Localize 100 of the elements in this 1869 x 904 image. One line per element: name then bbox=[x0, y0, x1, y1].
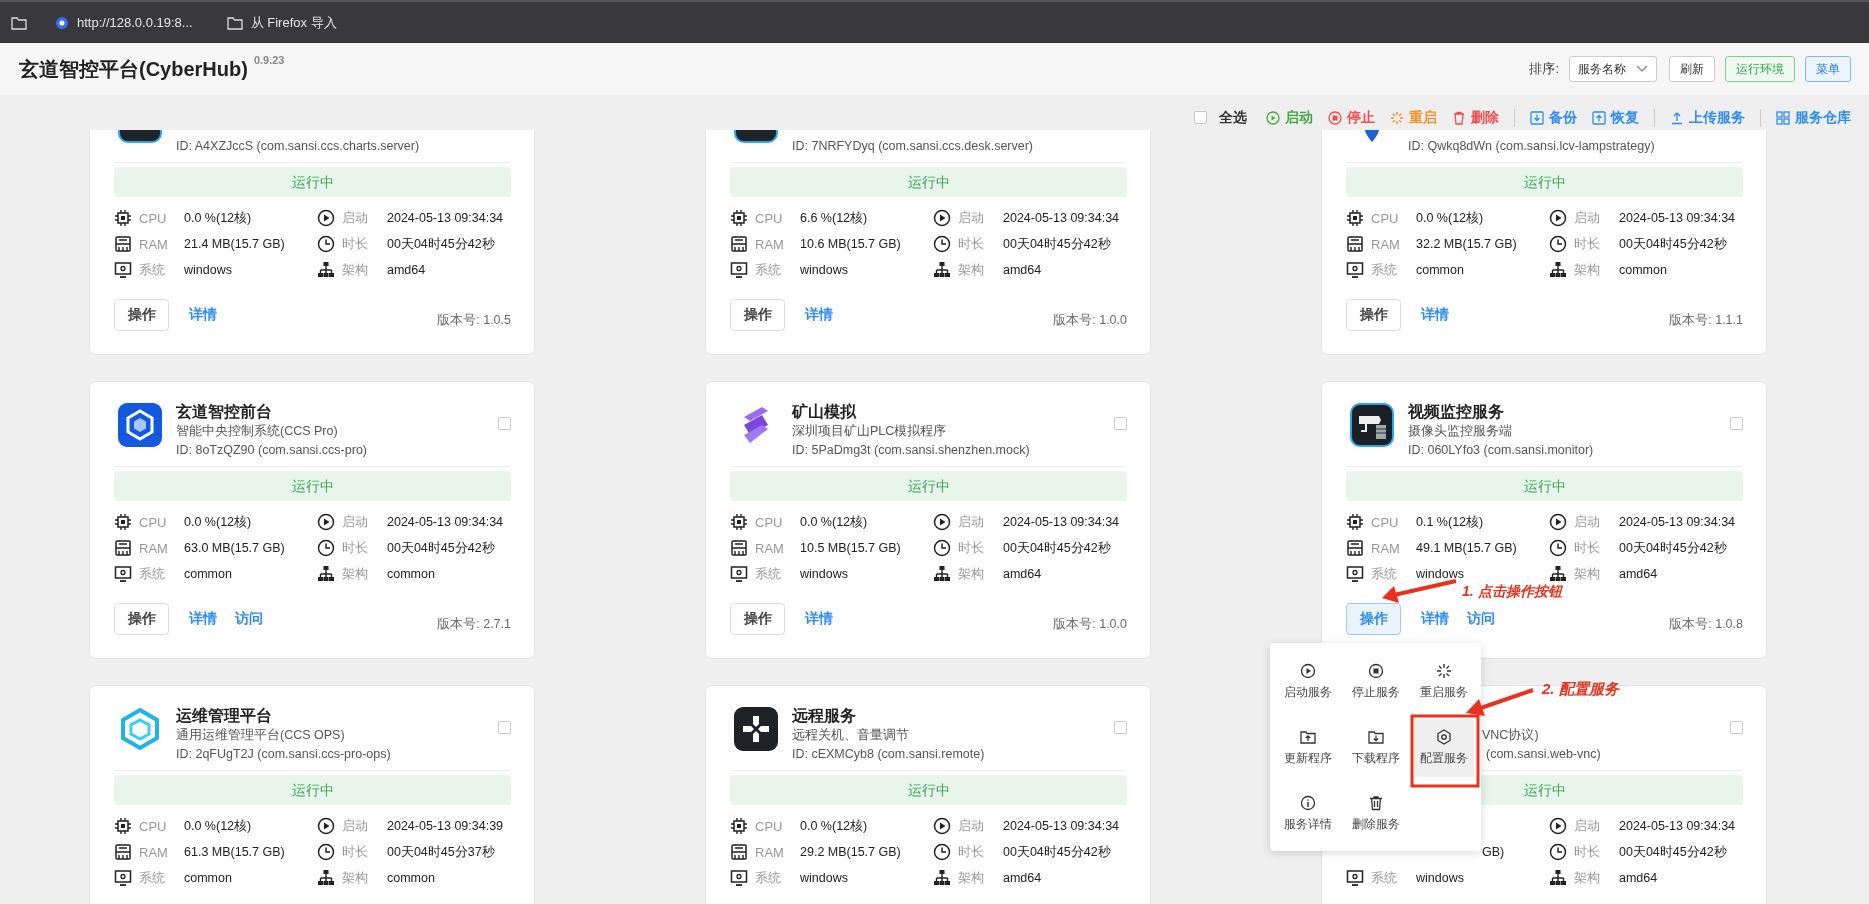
menu-item[interactable]: 更新程序 bbox=[1278, 719, 1338, 777]
select-all-checkbox[interactable] bbox=[1194, 111, 1207, 124]
version-number: 版本号: 1.1.1 bbox=[1669, 312, 1743, 329]
play-circle-icon bbox=[933, 513, 951, 531]
card-checkbox[interactable] bbox=[498, 721, 511, 734]
stat-value: amd64 bbox=[387, 263, 426, 277]
sort-select[interactable]: 服务名称 bbox=[1569, 56, 1657, 82]
hierarchy-icon bbox=[317, 869, 335, 887]
version-number: 版本号: 1.0.0 bbox=[1053, 616, 1127, 633]
stat-label: 时长 bbox=[958, 235, 985, 253]
toolbar-button[interactable]: 停止 bbox=[1328, 108, 1375, 127]
toolbar-button[interactable]: 服务仓库 bbox=[1760, 108, 1851, 127]
stat-label: 系统 bbox=[1371, 261, 1398, 279]
version-number: 版本号: 1.0.0 bbox=[1053, 312, 1127, 329]
hierarchy-icon bbox=[1549, 565, 1567, 583]
stat-label: CPU bbox=[1371, 210, 1400, 226]
card-link[interactable]: 详情 bbox=[805, 306, 833, 324]
stat-value: 2024-05-13 09:34:34 bbox=[1619, 211, 1736, 225]
hierarchy-icon bbox=[933, 565, 951, 583]
service-id: ID: cEXMCyb8 (com.sansi.remote) bbox=[792, 746, 985, 763]
toolbar-button[interactable]: 启动 bbox=[1266, 108, 1313, 127]
stat-label: 启动 bbox=[958, 209, 985, 227]
service-name: 视频监控服务 bbox=[1408, 402, 1504, 422]
operations-button[interactable]: 操作 bbox=[114, 299, 169, 331]
card-link[interactable]: 访问 bbox=[235, 610, 263, 628]
menu-item[interactable]: 重启服务 bbox=[1414, 653, 1474, 711]
card-link[interactable]: 详情 bbox=[1421, 610, 1449, 628]
stat-label: RAM bbox=[139, 540, 169, 556]
toolbar-button[interactable]: 恢复 bbox=[1592, 108, 1639, 127]
service-id: ID: 7NRFYDyq (com.sansi.ccs.desk.server) bbox=[792, 138, 1034, 155]
environment-button[interactable]: 运行环境 bbox=[1725, 56, 1795, 82]
card-link[interactable]: 详情 bbox=[805, 610, 833, 628]
app-title: 玄道智控平台(CyberHub) bbox=[19, 56, 248, 82]
gamepad-app-icon bbox=[734, 707, 778, 751]
stat-label: 时长 bbox=[958, 843, 985, 861]
card-checkbox[interactable] bbox=[1730, 417, 1743, 430]
version-label: 0.9.23 bbox=[253, 53, 285, 66]
menu-item[interactable]: 下载程序 bbox=[1346, 719, 1406, 777]
version-number: 版本号: 1.0.5 bbox=[437, 312, 511, 329]
caret-icon bbox=[1636, 65, 1648, 73]
menu-item[interactable]: 停止服务 bbox=[1346, 653, 1406, 711]
menu-item[interactable]: 服务详情 bbox=[1278, 785, 1338, 843]
play-circle-icon bbox=[1549, 817, 1567, 835]
bookmark[interactable]: http://128.0.0.19:8... bbox=[49, 13, 199, 32]
stat-label: 启动 bbox=[1574, 817, 1601, 835]
menu-item[interactable]: 配置服务 bbox=[1414, 719, 1474, 777]
operations-button[interactable]: 操作 bbox=[730, 299, 785, 331]
stat-label: CPU bbox=[1371, 514, 1400, 530]
status-bar: 运行中 bbox=[114, 167, 511, 197]
stat-label: 时长 bbox=[1574, 235, 1601, 253]
chip-icon bbox=[730, 817, 748, 835]
service-name: 矿山模拟 bbox=[792, 402, 856, 422]
card-checkbox[interactable] bbox=[498, 417, 511, 430]
card-link[interactable]: 详情 bbox=[1421, 306, 1449, 324]
card-link[interactable]: 访问 bbox=[1467, 610, 1495, 628]
status-bar: 运行中 bbox=[1346, 167, 1743, 197]
trash-icon bbox=[1452, 110, 1466, 125]
stat-value: 0.0 %(12核) bbox=[1416, 209, 1484, 227]
card-checkbox[interactable] bbox=[1730, 721, 1743, 734]
card-link[interactable]: 详情 bbox=[189, 610, 217, 628]
operations-button[interactable]: 操作 bbox=[114, 603, 169, 635]
stat-value: 2024-05-13 09:34:34 bbox=[387, 211, 504, 225]
refresh-button[interactable]: 刷新 bbox=[1669, 56, 1715, 82]
menu-item[interactable]: 启动服务 bbox=[1278, 653, 1338, 711]
memory-icon bbox=[114, 235, 132, 253]
clock-icon bbox=[317, 539, 335, 557]
stat-label: 架构 bbox=[1574, 565, 1601, 583]
monitor-icon bbox=[730, 869, 748, 887]
stat-value: 6.6 %(12核) bbox=[800, 209, 868, 227]
stat-value: 00天04时45分42秒 bbox=[387, 235, 495, 253]
stat-label: 系统 bbox=[139, 869, 166, 887]
bookmark[interactable]: 从 Firefox 导入 bbox=[220, 11, 343, 34]
stat-value: 00天04时45分37秒 bbox=[387, 843, 495, 861]
stat-label: 架构 bbox=[1574, 261, 1601, 279]
toolbar-button[interactable]: 删除 bbox=[1452, 108, 1499, 127]
stat-value: 2024-05-13 09:34:39 bbox=[387, 819, 504, 833]
stat-value: amd64 bbox=[1003, 567, 1042, 581]
stat-label: CPU bbox=[755, 210, 784, 226]
stat-label: RAM bbox=[755, 236, 785, 252]
stop-circle-icon bbox=[1368, 663, 1384, 679]
card-checkbox[interactable] bbox=[1114, 417, 1127, 430]
stat-label: 时长 bbox=[342, 539, 369, 557]
clock-icon bbox=[1549, 843, 1567, 861]
clock-icon bbox=[1549, 539, 1567, 557]
upload-icon bbox=[1670, 110, 1684, 125]
operations-button[interactable]: 操作 bbox=[730, 603, 785, 635]
stat-label: 时长 bbox=[958, 539, 985, 557]
toolbar-button[interactable]: 上传服务 bbox=[1654, 108, 1745, 127]
operations-button[interactable]: 操作 bbox=[1346, 299, 1401, 331]
folder-icon bbox=[11, 14, 27, 31]
service-id: ID: 060LYfo3 (com.sansi.monitor) bbox=[1408, 442, 1594, 459]
stat-value: 29.2 MB(15.7 GB) bbox=[800, 845, 901, 859]
toolbar-button[interactable]: 备份 bbox=[1514, 108, 1577, 127]
folder-download-icon bbox=[1368, 729, 1384, 745]
card-checkbox[interactable] bbox=[1114, 721, 1127, 734]
menu-button[interactable]: 菜单 bbox=[1805, 56, 1851, 82]
hierarchy-icon bbox=[933, 869, 951, 887]
cube-icon bbox=[118, 707, 162, 751]
card-link[interactable]: 详情 bbox=[189, 306, 217, 324]
operations-button[interactable]: 操作 bbox=[1346, 603, 1401, 635]
